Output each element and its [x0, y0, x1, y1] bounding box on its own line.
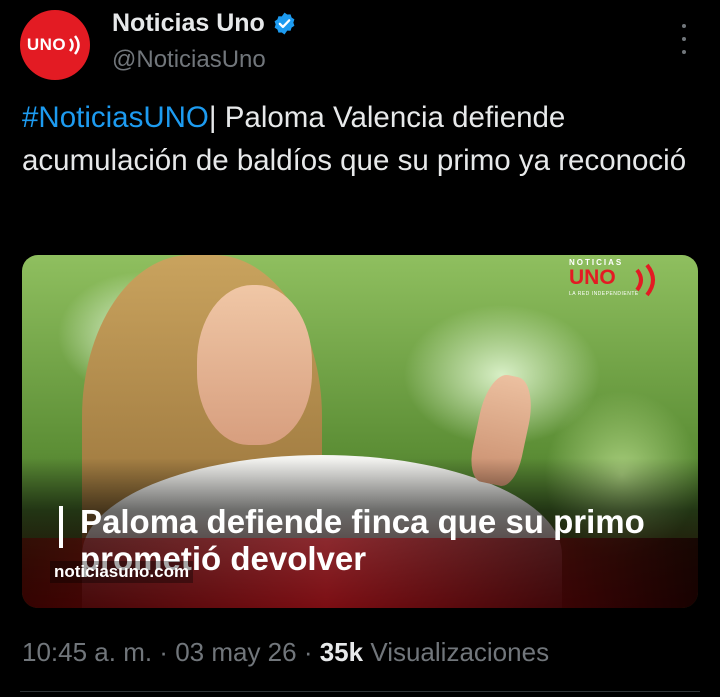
caption-bar: [59, 506, 63, 548]
author-handle[interactable]: @NoticiasUno: [112, 46, 266, 74]
views-count: 35k: [319, 637, 364, 667]
verified-badge-icon[interactable]: [272, 11, 297, 36]
watermark-brand: UNO: [569, 266, 616, 289]
more-options-icon[interactable]: [676, 24, 692, 54]
tweet-text: #NoticiasUNO| Paloma Valencia defiende a…: [22, 96, 702, 182]
watermark-waves-icon: [635, 263, 655, 297]
media-image[interactable]: NOTICIAS UNO LA RED INDEPENDIENTE Paloma…: [22, 255, 698, 608]
tweet-time[interactable]: 10:45 a. m.: [22, 637, 152, 667]
signal-waves-icon: [69, 35, 80, 55]
avatar-logo-text: UNO: [26, 35, 67, 54]
tweet-meta: 10:45 a. m. · 03 may 26 · 35k Visualizac…: [22, 637, 549, 668]
display-name[interactable]: Noticias Uno: [112, 9, 265, 38]
meta-separator: ·: [296, 637, 320, 667]
tweet-date[interactable]: 03 may 26: [175, 637, 296, 667]
author-name-row: Noticias Uno: [112, 9, 297, 38]
avatar[interactable]: UNO: [20, 10, 90, 80]
photo-face: [197, 285, 312, 445]
watermark-logo: NOTICIAS UNO LA RED INDEPENDIENTE: [569, 258, 679, 306]
views-label[interactable]: Visualizaciones: [370, 637, 549, 667]
divider: [20, 691, 700, 692]
hashtag-link[interactable]: #NoticiasUNO: [22, 101, 209, 134]
media-site-label: noticiasuno.com: [50, 561, 194, 583]
meta-separator: ·: [152, 637, 176, 667]
